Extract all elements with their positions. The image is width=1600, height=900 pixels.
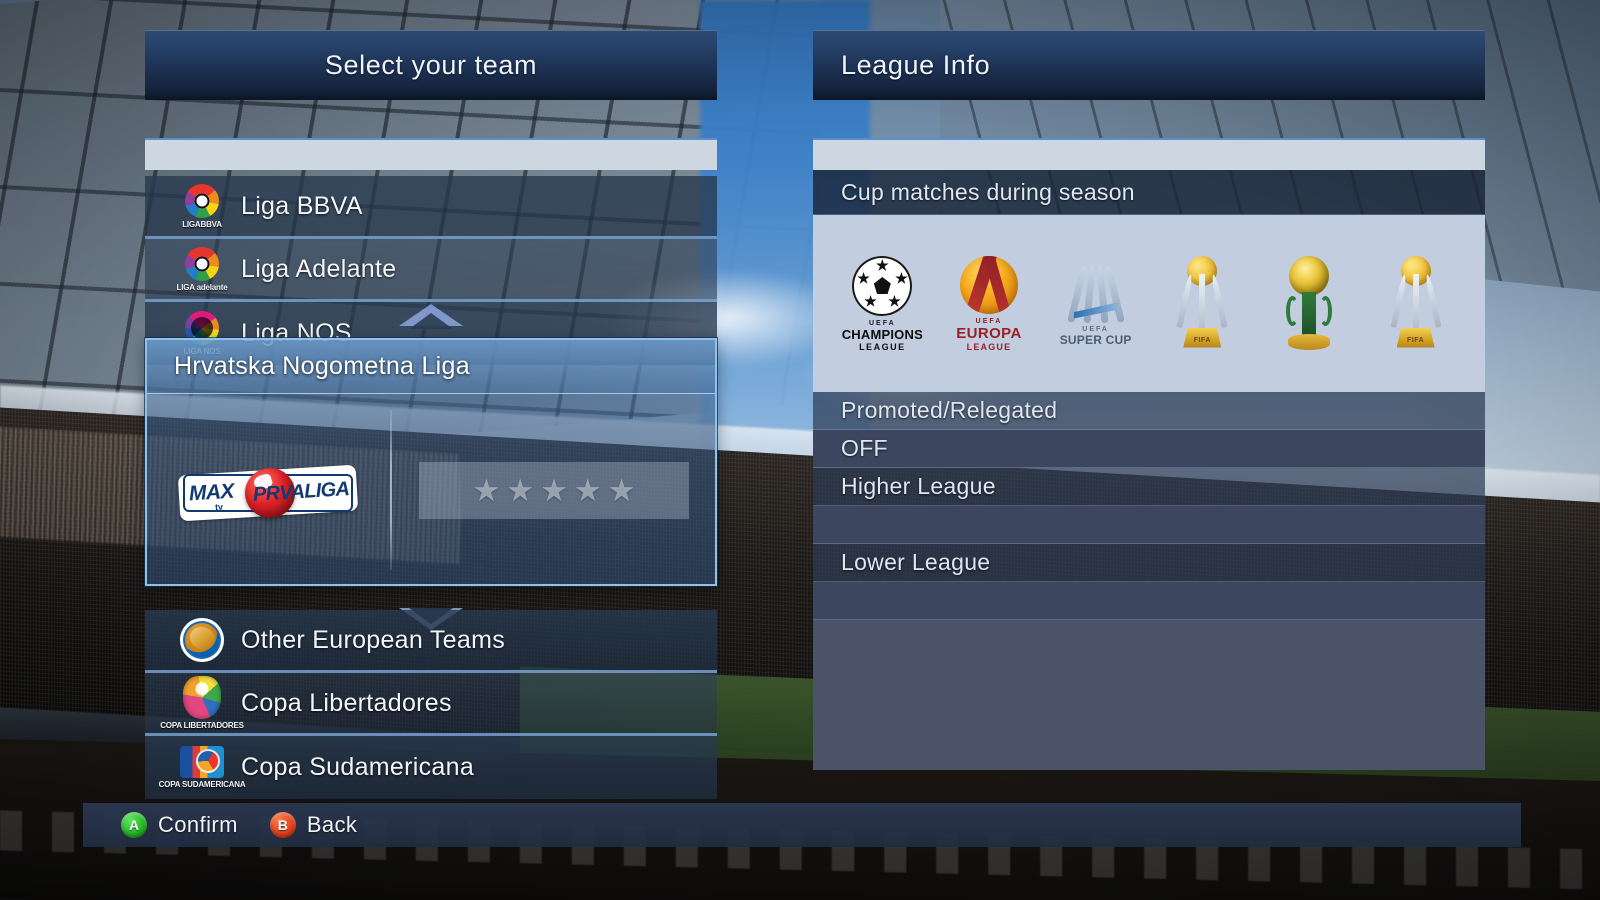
other-european-teams-icon <box>175 613 229 667</box>
left-panel-header: Select your team <box>145 30 717 100</box>
team-list: LIGABBVA Liga BBVA LIGA adelante Liga Ad… <box>145 176 717 365</box>
vertical-separator <box>390 410 392 570</box>
info-row-lower-league[interactable]: Lower League <box>813 544 1485 582</box>
laliga-adelante-icon: LIGA adelante <box>175 242 229 296</box>
list-item-label: Other European Teams <box>241 625 506 654</box>
button-hints-bar: A Confirm B Back <box>83 803 1521 847</box>
list-item-label: Liga Adelante <box>241 254 397 283</box>
uel-label-europa: EUROPA <box>956 324 1022 342</box>
supercup-label-name: SUPER CUP <box>1059 332 1132 347</box>
club-world-cup-trophy-icon: FIFA <box>1370 244 1462 364</box>
back-button[interactable]: B Back <box>269 812 358 838</box>
copa-sudamericana-icon: COPA SUDAMERICANA <box>159 741 246 795</box>
confirm-label: Confirm <box>158 812 238 837</box>
list-item-label: Liga BBVA <box>241 191 363 220</box>
copa-libertadores-icon: COPA LIBERTADORES <box>160 676 244 730</box>
laliga-bbva-icon: LIGABBVA <box>175 179 229 233</box>
maxtv-logo-text-max: MAX <box>188 479 235 506</box>
list-item-label: Copa Libertadores <box>241 688 452 717</box>
uel-label-uefa: UEFA <box>975 317 1003 325</box>
selected-league-title-bar: Hrvatska Nogometna Liga <box>147 340 715 394</box>
uefa-europa-league-icon: UEFA EUROPA LEAGUE <box>943 244 1035 364</box>
list-item-copa-sudamericana[interactable]: COPA SUDAMERICANA Copa Sudamericana <box>145 736 717 799</box>
gamepad-b-icon: B <box>269 812 296 838</box>
select-your-team-panel: Select your team LIGABBVA Liga BBVA LIGA… <box>145 30 717 799</box>
right-panel-filler <box>813 620 1485 770</box>
right-panel-header: League Info <box>813 30 1485 100</box>
maxtv-prva-liga-logo: MAX tv PRVALIGA <box>177 464 359 522</box>
page-title: Select your team <box>324 50 538 80</box>
selected-league-card[interactable]: Hrvatska Nogometna Liga MAX tv PRVALIGA … <box>145 338 717 586</box>
list-item-label: Copa Sudamericana <box>241 753 475 781</box>
supercup-label-uefa: UEFA <box>1082 325 1109 333</box>
ucl-label-league: LEAGUE <box>859 341 906 352</box>
fifa-club-world-cup-icon: FIFA <box>1156 244 1248 364</box>
list-item-copa-libertadores[interactable]: COPA LIBERTADORES Copa Libertadores <box>145 673 717 736</box>
league-star-rating: ★ ★ ★ ★ ★ <box>419 462 689 519</box>
left-panel-white-divider <box>145 138 717 170</box>
team-list-lower: Other European Teams COPA LIBERTADORES C… <box>145 610 717 799</box>
trophy-base-label: FIFA <box>1407 336 1425 344</box>
league-info-panel: League Info Cup matches during season UE… <box>813 30 1485 770</box>
logo-text-prva: PRVA <box>252 480 305 506</box>
star-icon: ★ <box>573 473 602 508</box>
uefa-super-cup-icon: UEFA SUPER CUP <box>1050 244 1142 364</box>
cup-matches-list: UEFA CHAMPIONS LEAGUE UEFA EUROPA LEAGUE… <box>813 215 1485 392</box>
list-item-other-european-teams[interactable]: Other European Teams <box>145 610 717 673</box>
league-info-title: League Info <box>841 50 991 80</box>
star-icon: ★ <box>607 473 636 508</box>
info-row-higher-league[interactable]: Higher League <box>813 468 1485 506</box>
confirm-button[interactable]: A Confirm <box>121 812 238 838</box>
uel-label-league: LEAGUE <box>966 341 1012 352</box>
info-row-lower-league-value[interactable] <box>813 582 1485 620</box>
selected-league-name: Hrvatska Nogometna Liga <box>174 352 470 380</box>
back-label: Back <box>306 812 358 837</box>
selected-league-body: MAX tv PRVALIGA ★ ★ ★ ★ ★ <box>147 394 715 584</box>
list-item-liga-bbva[interactable]: LIGABBVA Liga BBVA <box>145 176 717 239</box>
uefa-champions-league-icon: UEFA CHAMPIONS LEAGUE <box>836 244 928 364</box>
ucl-label-champions: CHAMPIONS <box>841 326 923 342</box>
cup-matches-section-label: Cup matches during season <box>813 170 1485 215</box>
info-row-higher-league-value[interactable] <box>813 506 1485 544</box>
info-row-promoted-relegated-value[interactable]: OFF <box>813 430 1485 468</box>
copa-libertadores-trophy-icon <box>1263 244 1355 364</box>
star-icon: ★ <box>540 473 568 508</box>
star-icon: ★ <box>506 473 535 508</box>
list-item-liga-adelante[interactable]: LIGA adelante Liga Adelante <box>145 239 717 302</box>
logo-text-liga: LIGA <box>303 478 350 503</box>
maxtv-logo-text-tv: tv <box>214 501 224 513</box>
right-panel-white-divider <box>813 138 1485 170</box>
info-row-promoted-relegated[interactable]: Promoted/Relegated <box>813 392 1485 430</box>
trophy-base-label: FIFA <box>1193 336 1211 344</box>
star-icon: ★ <box>472 473 501 508</box>
ucl-label-uefa: UEFA <box>868 319 896 327</box>
gamepad-a-icon: A <box>121 812 147 838</box>
